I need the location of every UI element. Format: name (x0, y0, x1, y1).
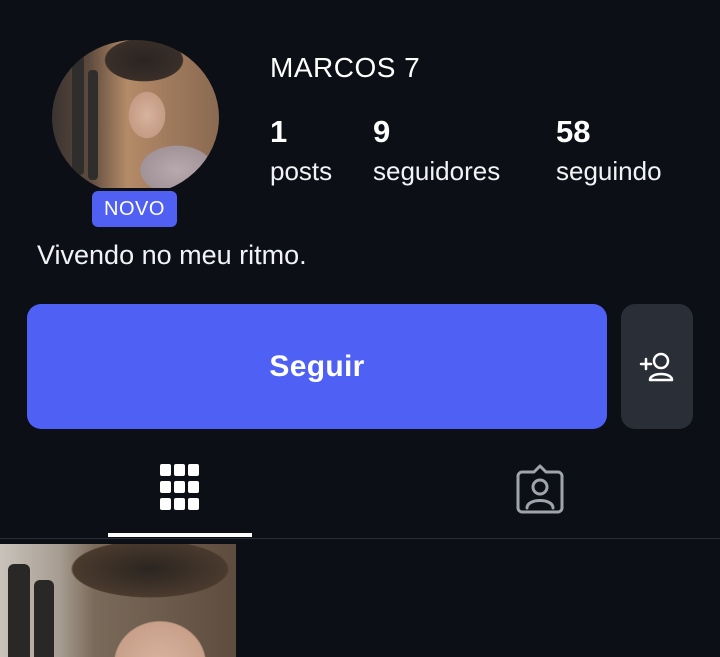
stat-posts-value: 1 (270, 114, 288, 149)
background-detail (88, 70, 98, 180)
profile-tabs (0, 440, 720, 539)
tagged-person-icon (516, 464, 564, 514)
stat-following-value: 58 (556, 114, 591, 149)
bio: Vivendo no meu ritmo. (37, 240, 307, 270)
background-detail (8, 564, 30, 657)
add-friend-button[interactable] (621, 304, 693, 429)
background-detail (72, 55, 84, 175)
username: MARCOS 7 (270, 52, 421, 83)
new-badge: NOVO (88, 188, 181, 230)
stat-posts[interactable]: 1 posts (270, 114, 332, 186)
stat-following-label: seguindo (556, 156, 662, 186)
profile-avatar-container[interactable]: NOVO (52, 40, 219, 230)
new-badge-label: NOVO (92, 191, 177, 227)
follow-button[interactable]: Seguir (27, 304, 607, 429)
background-detail (34, 580, 54, 657)
stat-followers-value: 9 (373, 114, 391, 149)
add-person-icon (639, 352, 674, 381)
tab-posts-grid[interactable] (108, 440, 252, 537)
post-thumbnail[interactable] (0, 544, 236, 657)
stat-followers-label: seguidores (373, 156, 501, 186)
follow-button-label: Seguir (269, 349, 365, 383)
stat-posts-label: posts (270, 156, 333, 186)
avatar[interactable] (52, 40, 219, 195)
stat-followers[interactable]: 9 seguidores (373, 114, 500, 186)
stat-following[interactable]: 58 seguindo (556, 114, 662, 186)
grid-icon (160, 464, 199, 510)
tab-tagged[interactable] (468, 440, 612, 536)
